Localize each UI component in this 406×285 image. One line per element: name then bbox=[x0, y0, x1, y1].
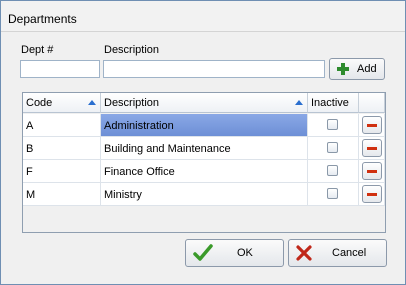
table-row[interactable]: B Building and Maintenance bbox=[23, 137, 385, 160]
row-action-cell bbox=[359, 137, 385, 159]
row-code: B bbox=[23, 137, 101, 159]
window-title: Departments bbox=[8, 12, 77, 26]
row-action-cell bbox=[359, 183, 385, 205]
row-description[interactable]: Ministry bbox=[101, 183, 308, 205]
minus-icon bbox=[367, 124, 377, 127]
row-description[interactable]: Building and Maintenance bbox=[101, 137, 308, 159]
title-bar: Departments bbox=[1, 1, 405, 32]
dept-number-label: Dept # bbox=[21, 44, 54, 56]
minus-icon bbox=[367, 193, 377, 196]
row-code: F bbox=[23, 160, 101, 182]
plus-icon bbox=[337, 63, 349, 75]
delete-row-button[interactable] bbox=[362, 185, 382, 203]
cancel-button[interactable]: Cancel bbox=[288, 239, 387, 267]
row-inactive-cell bbox=[308, 137, 359, 159]
dept-number-input[interactable] bbox=[20, 60, 100, 78]
row-action-cell bbox=[359, 114, 385, 136]
departments-dialog: Departments Dept # Description Add Code … bbox=[0, 0, 406, 285]
add-button[interactable]: Add bbox=[329, 58, 385, 80]
table-row[interactable]: A Administration bbox=[23, 114, 385, 137]
ok-button[interactable]: OK bbox=[185, 239, 284, 267]
minus-icon bbox=[367, 147, 377, 150]
description-input[interactable] bbox=[103, 60, 325, 78]
delete-row-button[interactable] bbox=[362, 162, 382, 180]
inactive-checkbox[interactable] bbox=[327, 188, 338, 199]
sort-up-icon bbox=[88, 100, 96, 105]
checkmark-icon bbox=[193, 244, 213, 261]
sort-up-icon bbox=[295, 100, 303, 105]
delete-row-button[interactable] bbox=[362, 139, 382, 157]
description-label: Description bbox=[104, 44, 160, 56]
row-action-cell bbox=[359, 160, 385, 182]
row-inactive-cell bbox=[308, 183, 359, 205]
x-icon bbox=[296, 245, 312, 261]
row-code: M bbox=[23, 183, 101, 205]
cancel-button-label: Cancel bbox=[332, 247, 367, 259]
inactive-checkbox[interactable] bbox=[327, 165, 338, 176]
column-header-actions bbox=[359, 93, 385, 113]
row-code: A bbox=[23, 114, 101, 136]
row-inactive-cell bbox=[308, 114, 359, 136]
departments-grid: Code Description Inactive A Administrati… bbox=[22, 92, 386, 233]
row-description[interactable]: Finance Office bbox=[101, 160, 308, 182]
column-header-inactive[interactable]: Inactive bbox=[308, 93, 359, 113]
column-header-description-label: Description bbox=[104, 97, 160, 109]
row-inactive-cell bbox=[308, 160, 359, 182]
delete-row-button[interactable] bbox=[362, 116, 382, 134]
table-row[interactable]: M Ministry bbox=[23, 183, 385, 206]
column-header-description[interactable]: Description bbox=[101, 93, 308, 113]
add-button-label: Add bbox=[357, 63, 377, 75]
column-header-inactive-label: Inactive bbox=[311, 97, 349, 109]
ok-button-label: OK bbox=[237, 247, 253, 259]
row-description[interactable]: Administration bbox=[101, 114, 308, 136]
column-header-code-label: Code bbox=[26, 97, 53, 109]
inactive-checkbox[interactable] bbox=[327, 119, 338, 130]
inactive-checkbox[interactable] bbox=[327, 142, 338, 153]
column-header-code[interactable]: Code bbox=[23, 93, 101, 113]
table-row[interactable]: F Finance Office bbox=[23, 160, 385, 183]
minus-icon bbox=[367, 170, 377, 173]
